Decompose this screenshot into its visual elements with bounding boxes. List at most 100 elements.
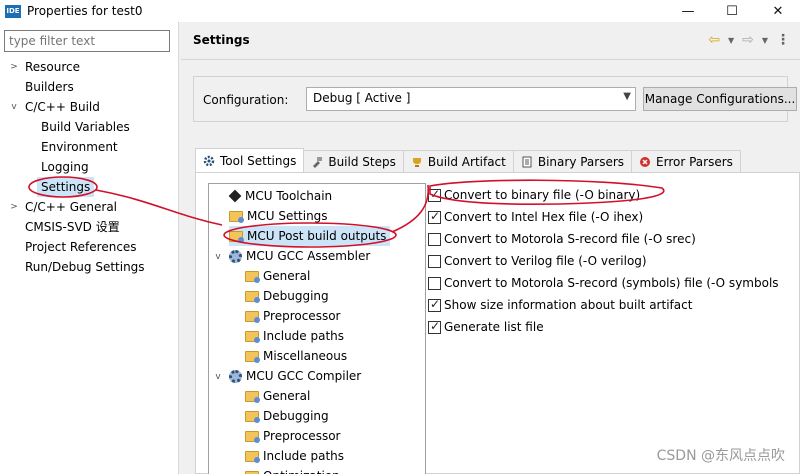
expand-chevron-icon[interactable]: > — [9, 197, 19, 217]
tree-item-label: Optimization — [263, 466, 340, 474]
settings-folder-icon — [245, 410, 260, 423]
option-convert-binary[interactable]: Convert to binary file (-O binary) — [428, 185, 640, 205]
nav-item-environment[interactable]: Environment — [41, 137, 118, 157]
tree-item-label: MCU Settings — [247, 209, 328, 223]
nav-item-builders[interactable]: Builders — [25, 77, 74, 97]
tree-item-mcu-toolchain[interactable]: MCU Toolchain — [228, 186, 333, 206]
tree-item-compiler-preprocessor[interactable]: Preprocessor — [245, 426, 340, 446]
binary-parsers-icon — [521, 156, 533, 168]
tab-build-steps[interactable]: Build Steps — [303, 150, 404, 172]
tree-item-assembler-debugging[interactable]: Debugging — [245, 286, 329, 306]
nav-item-cpp-build[interactable]: C/C++ Build — [25, 97, 100, 117]
tree-item-compiler-optimization[interactable]: Optimization — [245, 466, 340, 474]
tree-item-compiler-debugging[interactable]: Debugging — [245, 406, 329, 426]
minimize-button[interactable]: — — [666, 0, 710, 22]
ide-app-icon: IDE — [5, 4, 21, 18]
settings-folder-icon — [229, 210, 244, 223]
option-label: Convert to Motorola S-record (symbols) f… — [444, 276, 779, 290]
tree-item-label: Miscellaneous — [263, 349, 348, 363]
tree-item-assembler-miscellaneous[interactable]: Miscellaneous — [245, 346, 347, 366]
nav-item-cpp-general[interactable]: C/C++ General — [25, 197, 117, 217]
tree-item-mcu-gcc-compiler[interactable]: MCU GCC Compiler — [229, 366, 361, 386]
settings-folder-icon — [245, 290, 260, 303]
tab-tool-settings[interactable]: Tool Settings — [195, 148, 305, 172]
tab-build-artifact[interactable]: Build Artifact — [402, 150, 514, 172]
maximize-button[interactable]: ☐ — [710, 0, 754, 22]
watermark: CSDN @东风点点吹 — [656, 448, 785, 464]
back-arrow-icon[interactable]: ⇦ — [708, 32, 720, 48]
tab-label: Tool Settings — [220, 153, 297, 168]
tree-item-label: MCU GCC Assembler — [246, 249, 371, 263]
option-label: Convert to binary file (-O binary) — [444, 188, 641, 202]
checkbox[interactable] — [428, 187, 441, 202]
close-button[interactable]: ✕ — [756, 0, 800, 22]
tree-item-label: MCU Toolchain — [245, 189, 333, 203]
tree-item-mcu-settings[interactable]: MCU Settings — [229, 206, 328, 226]
settings-folder-icon — [245, 470, 259, 474]
tree-item-assembler-general[interactable]: General — [245, 266, 310, 286]
checkbox[interactable] — [428, 232, 441, 246]
checkbox[interactable] — [428, 209, 441, 224]
page-title: Settings — [193, 33, 250, 47]
settings-folder-icon — [245, 330, 260, 343]
checkbox[interactable] — [428, 254, 441, 268]
settings-tabs: Tool Settings Build Steps Build Artifact… — [195, 148, 741, 172]
tree-item-label: General — [263, 389, 311, 403]
checkbox[interactable] — [428, 297, 441, 312]
tree-item-compiler-include-paths[interactable]: Include paths — [245, 446, 344, 466]
view-menu-icon[interactable]: ⋮ — [776, 32, 790, 48]
chevron-down-icon: ▼ — [623, 91, 631, 102]
tree-item-mcu-post-build-outputs[interactable]: MCU Post build outputs — [229, 226, 391, 246]
option-show-size[interactable]: Show size information about built artifa… — [428, 295, 692, 315]
forward-arrow-icon[interactable]: ⇨ — [742, 32, 754, 48]
nav-item-logging[interactable]: Logging — [41, 157, 89, 177]
option-label: Convert to Verilog file (-O verilog) — [444, 254, 647, 268]
collapse-chevron-icon[interactable]: v — [213, 372, 223, 382]
option-convert-intel-hex[interactable]: Convert to Intel Hex file (-O ihex) — [428, 207, 643, 227]
nav-item-build-variables[interactable]: Build Variables — [41, 117, 130, 137]
option-label: Generate list file — [444, 320, 544, 334]
configuration-select[interactable]: Debug [ Active ] ▼ — [306, 87, 636, 111]
tree-item-mcu-gcc-assembler[interactable]: MCU GCC Assembler — [229, 246, 370, 266]
nav-item-resource[interactable]: Resource — [25, 57, 80, 77]
settings-folder-icon — [245, 270, 260, 283]
tab-error-parsers[interactable]: Error Parsers — [631, 150, 741, 172]
back-dropdown-icon[interactable]: ▼ — [728, 36, 734, 45]
expand-chevron-icon[interactable]: > — [9, 57, 19, 77]
checkbox[interactable] — [428, 276, 441, 290]
tree-item-assembler-include-paths[interactable]: Include paths — [245, 326, 344, 346]
build-artifact-icon — [411, 156, 423, 168]
tab-label: Error Parsers — [656, 154, 733, 169]
nav-item-project-references[interactable]: Project References — [25, 237, 137, 257]
checkbox[interactable] — [428, 319, 441, 334]
tab-binary-parsers[interactable]: Binary Parsers — [512, 150, 633, 172]
tree-item-label: Debugging — [263, 409, 329, 423]
option-convert-verilog[interactable]: Convert to Verilog file (-O verilog) — [428, 251, 647, 271]
tree-item-assembler-preprocessor[interactable]: Preprocessor — [245, 306, 340, 326]
tree-item-label: MCU GCC Compiler — [246, 369, 362, 383]
title-bar: IDE Properties for test0 — ☐ ✕ — [0, 0, 800, 22]
filter-input[interactable] — [4, 30, 170, 52]
chip-icon — [228, 189, 242, 203]
settings-header: Settings ⇦ ▼ ⇨ ▼ ⋮ — [181, 22, 800, 60]
tab-label: Build Artifact — [427, 154, 506, 169]
forward-dropdown-icon[interactable]: ▼ — [762, 36, 768, 45]
configuration-label: Configuration: — [203, 93, 289, 107]
nav-item-run-debug-settings[interactable]: Run/Debug Settings — [25, 257, 145, 277]
error-icon — [639, 156, 651, 168]
collapse-chevron-icon[interactable]: v — [9, 97, 19, 117]
configuration-group: Configuration: Debug [ Active ] ▼ Manage… — [193, 76, 797, 122]
nav-item-cmsis-svd[interactable]: CMSIS-SVD 设置 — [25, 217, 120, 237]
collapse-chevron-icon[interactable]: v — [213, 252, 223, 262]
settings-pane: Settings ⇦ ▼ ⇨ ▼ ⋮ Configuration: Debug … — [181, 22, 800, 474]
tool-settings-tree[interactable]: MCU Toolchain MCU Settings MCU Post buil… — [208, 183, 426, 474]
option-generate-list[interactable]: Generate list file — [428, 317, 544, 337]
option-label: Convert to Motorola S-record file (-O sr… — [444, 232, 696, 246]
nav-item-settings[interactable]: Settings — [37, 177, 95, 197]
tree-item-label: Preprocessor — [263, 309, 341, 323]
manage-configurations-button[interactable]: Manage Configurations... — [643, 87, 797, 111]
tree-item-compiler-general[interactable]: General — [245, 386, 310, 406]
property-navigation-pane: > Resource Builders v C/C++ Build Build … — [0, 22, 179, 474]
option-convert-symbols[interactable]: Convert to Motorola S-record (symbols) f… — [428, 273, 779, 293]
option-convert-srec[interactable]: Convert to Motorola S-record file (-O sr… — [428, 229, 696, 249]
